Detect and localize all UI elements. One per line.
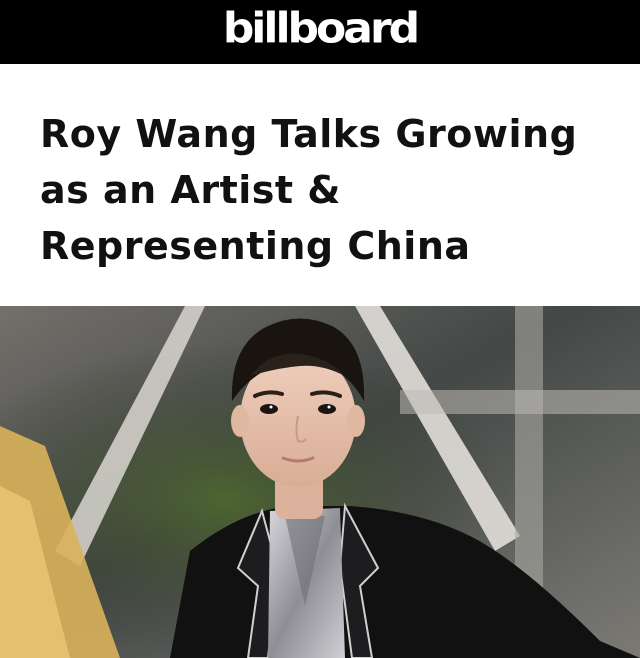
headline-section: Roy Wang Talks Growing as an Artist & Re… [0, 64, 640, 306]
billboard-logo[interactable]: billboard [223, 8, 420, 50]
article-page: billboard Roy Wang Talks Growing as an A… [0, 0, 640, 658]
article-headline[interactable]: Roy Wang Talks Growing as an Artist & Re… [40, 106, 620, 274]
site-header: billboard [0, 0, 640, 64]
article-hero-photo[interactable] [0, 306, 640, 658]
portrait-photo-icon [0, 306, 640, 658]
